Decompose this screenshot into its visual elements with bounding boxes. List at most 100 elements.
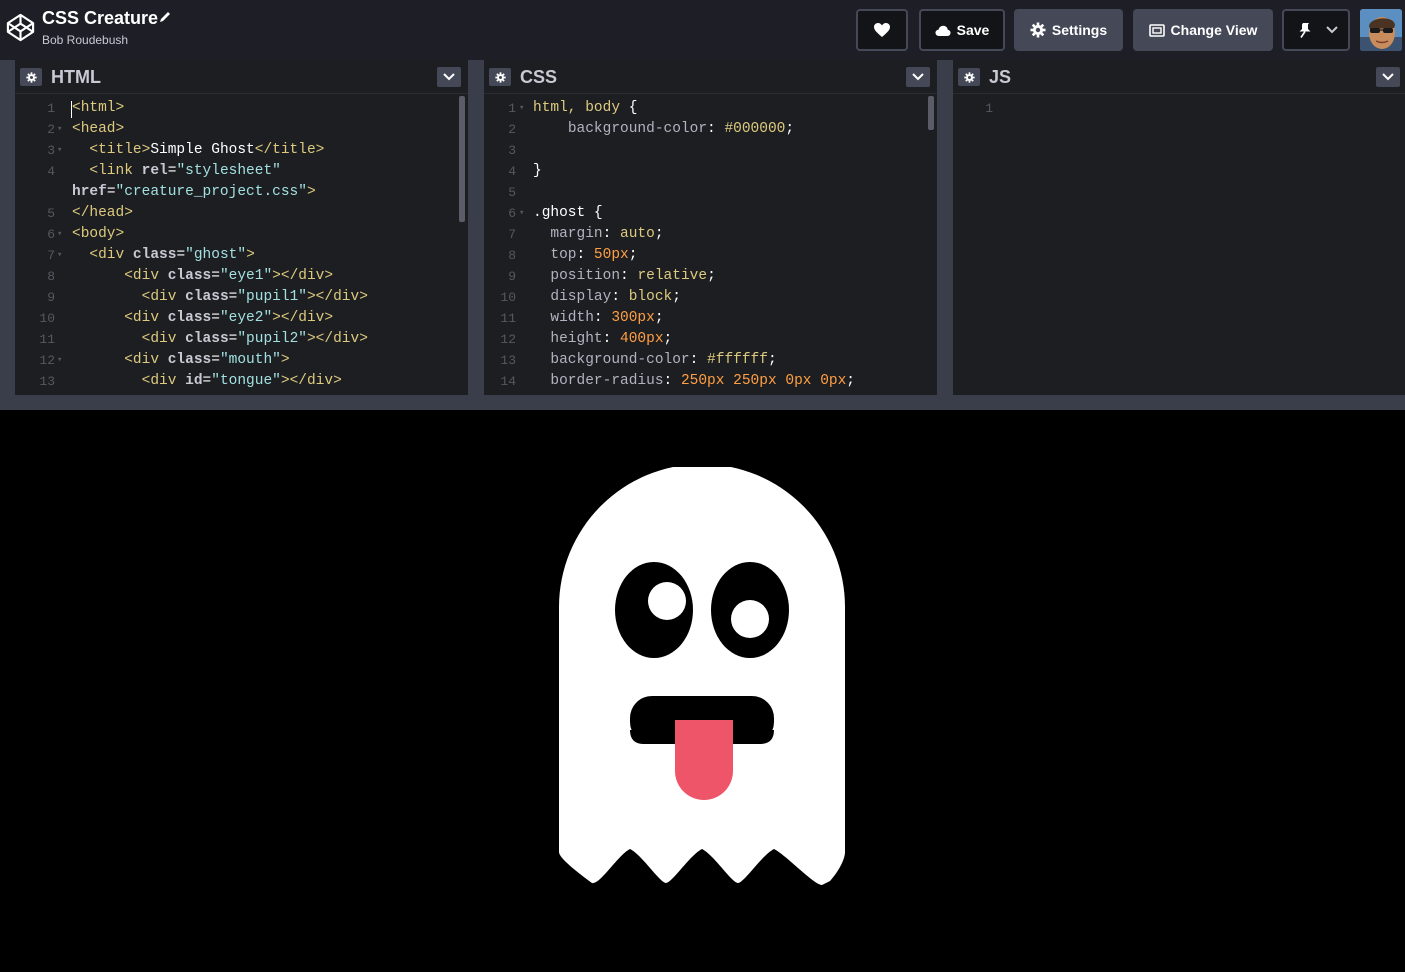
change-view-button[interactable]: Change View [1133, 9, 1273, 51]
code-line: } 4 [484, 161, 937, 182]
code-line: 3 [484, 140, 937, 161]
html-scrollbar[interactable] [459, 96, 465, 222]
fold-arrow-icon[interactable]: ▾ [57, 245, 62, 266]
chevron-down-icon [912, 73, 924, 81]
html-editor-pane[interactable]: HTML <html> 1 <head> 2 ▾ <title>Simple Ghos… [15, 60, 468, 395]
code-line: top: 50px; 8 [484, 245, 937, 266]
code-line: <div class="pupil2"></div> 11 [15, 329, 468, 350]
gear-icon [1030, 22, 1046, 38]
css-settings-button[interactable] [489, 68, 511, 86]
fold-arrow-icon[interactable]: ▾ [519, 98, 524, 119]
css-scrollbar[interactable] [928, 96, 934, 130]
js-pane-header: JS [953, 60, 1405, 94]
code-line: margin: auto; 7 [484, 224, 937, 245]
code-line: <div class="eye2"></div> 10 [15, 308, 468, 329]
love-button[interactable] [856, 9, 908, 51]
line-number: 8 [47, 269, 55, 284]
avatar-image [1360, 9, 1402, 51]
settings-button[interactable]: Settings [1014, 9, 1123, 51]
line-number: 5 [508, 185, 516, 200]
js-settings-button[interactable] [958, 68, 980, 86]
html-collapse-button[interactable] [437, 67, 461, 87]
code-line: <html> 1 [15, 98, 468, 119]
project-title[interactable]: CSS Creature [42, 8, 158, 29]
fold-arrow-icon[interactable]: ▾ [57, 119, 62, 140]
line-number: 6 [508, 206, 516, 221]
fold-arrow-icon[interactable]: ▾ [519, 203, 524, 224]
chevron-down-icon [443, 73, 455, 81]
pin-button[interactable] [1282, 9, 1350, 51]
code-line: html, body {1 ▾ [484, 98, 937, 119]
html-settings-button[interactable] [20, 68, 42, 86]
code-line: <div class="pupil1"></div> 9 [15, 287, 468, 308]
code-line: <div class="ghost"> 7 ▾ [15, 245, 468, 266]
cloud-icon [935, 25, 951, 36]
code-line: <body> 6 ▾ [15, 224, 468, 245]
user-avatar[interactable] [1360, 9, 1402, 51]
author-name[interactable]: Bob Roudebush [42, 33, 128, 47]
pupil-left [648, 582, 686, 620]
gear-icon [25, 71, 37, 83]
editor-area: HTML <html> 1 <head> 2 ▾ <title>Simple Ghos… [0, 60, 1405, 410]
line-number: 4 [508, 164, 516, 179]
fold-arrow-icon[interactable]: ▾ [57, 140, 62, 161]
line-number: 2 [47, 122, 55, 137]
layout-icon [1148, 23, 1165, 37]
line-number: 1 [985, 101, 993, 116]
line-number: 4 [47, 164, 55, 179]
css-code-editor[interactable]: html, body {1 ▾ background-color: #000000… [484, 98, 937, 392]
code-line: <div id="tongue"></div> 13 [15, 371, 468, 392]
line-number: 3 [508, 143, 516, 158]
gear-icon [963, 71, 975, 83]
code-line: border-radius: 250px 250px 0px 0px; 14 [484, 371, 937, 392]
js-code-editor[interactable]: 1 [953, 98, 1405, 119]
fold-arrow-icon[interactable]: ▾ [57, 224, 62, 245]
tongue [675, 720, 733, 800]
code-line: .ghost {6 ▾ [484, 203, 937, 224]
edit-pencil-icon[interactable] [158, 10, 172, 24]
js-pane-title: JS [989, 67, 1012, 87]
line-number: 14 [500, 374, 516, 389]
line-number: 11 [500, 311, 516, 326]
code-line: <link rel="stylesheet" 4 [15, 161, 468, 182]
codepen-logo-icon[interactable] [5, 12, 36, 43]
code-line: </head> 5 [15, 203, 468, 224]
line-number: 3 [47, 143, 55, 158]
js-collapse-button[interactable] [1376, 67, 1400, 87]
change-view-label: Change View [1170, 22, 1258, 38]
css-editor-pane[interactable]: CSS html, body {1 ▾ background-color: #00… [484, 60, 937, 395]
code-line: position: relative; 9 [484, 266, 937, 287]
line-number: 6 [47, 227, 55, 242]
code-line: background-color: #ffffff; 13 [484, 350, 937, 371]
pupil-right [731, 600, 769, 638]
line-number: 2 [508, 122, 516, 137]
code-line: <div class="eye1"></div> 8 [15, 266, 468, 287]
text-cursor [71, 101, 72, 118]
line-number: 1 [508, 101, 516, 116]
css-pane-header: CSS [484, 60, 937, 94]
html-pane-title: HTML [51, 67, 101, 87]
html-code-editor[interactable]: <html> 1 <head> 2 ▾ <title>Simple Ghost</ti… [15, 98, 468, 392]
settings-label: Settings [1051, 22, 1108, 38]
code-line: 1 [953, 98, 1405, 119]
line-number: 8 [508, 248, 516, 263]
line-number: 10 [39, 311, 55, 326]
pin-icon [1299, 23, 1311, 38]
css-collapse-button[interactable] [906, 67, 930, 87]
save-button[interactable]: Save [919, 9, 1005, 51]
code-line: display: block; 10 [484, 287, 937, 308]
line-number: 5 [47, 206, 55, 221]
preview-bottom [0, 930, 1405, 972]
save-label: Save [956, 22, 990, 38]
js-editor-pane[interactable]: JS 1 [953, 60, 1405, 395]
line-number: 10 [500, 290, 516, 305]
line-number: 12 [39, 353, 55, 368]
line-number: 13 [500, 353, 516, 368]
line-number: 13 [39, 374, 55, 389]
chevron-down-icon[interactable] [1326, 26, 1338, 34]
line-number: 9 [47, 290, 55, 305]
top-bar: CSS Creature Bob Roudebush Save Settings [0, 0, 1405, 60]
fold-arrow-icon[interactable]: ▾ [57, 350, 62, 371]
line-number: 1 [47, 101, 55, 116]
heart-icon [874, 23, 890, 37]
